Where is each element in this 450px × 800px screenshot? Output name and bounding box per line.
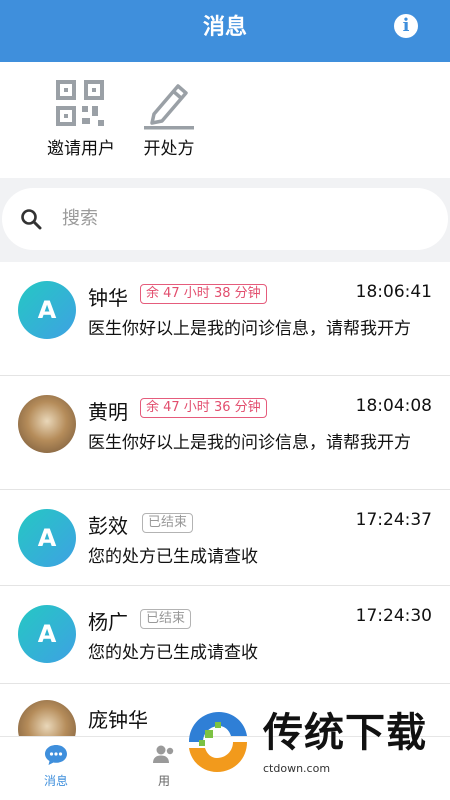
search-icon bbox=[21, 209, 42, 230]
message-preview: 您的处方已生成请查收 bbox=[88, 643, 258, 663]
contact-name: 庞钟华 bbox=[88, 708, 148, 732]
info-icon[interactable]: i bbox=[394, 14, 418, 38]
tab-messages-label: 消息 bbox=[43, 774, 68, 788]
contact-name: 黄明 bbox=[88, 400, 128, 424]
watermark-url: ctdown.com bbox=[263, 762, 331, 775]
contact-name: 杨广 bbox=[88, 610, 128, 634]
avatar: A bbox=[18, 281, 76, 339]
status-badge: 已结束 bbox=[140, 609, 192, 629]
message-time: 18:04:08 bbox=[355, 396, 432, 416]
time-remaining-badge: 余 47 小时 38 分钟 bbox=[140, 284, 267, 304]
message-time: 17:24:37 bbox=[355, 510, 432, 530]
avatar: A bbox=[18, 509, 76, 567]
app-header: 消息 i bbox=[0, 0, 450, 62]
message-preview: 医生你好以上是我的问诊信息，请帮我开方 bbox=[88, 433, 411, 453]
conversation-row[interactable]: A 彭效 已结束 17:24:37 您的处方已生成请查收 bbox=[0, 490, 450, 586]
conversation-row[interactable]: A 杨广 已结束 17:24:30 您的处方已生成请查收 bbox=[0, 586, 450, 684]
search-placeholder: 搜索 bbox=[62, 208, 98, 229]
watermark-text: 传统下载 bbox=[263, 710, 427, 756]
prescribe-button[interactable]: 开处方 bbox=[124, 78, 214, 159]
avatar: A bbox=[18, 605, 76, 663]
contact-name: 彭效 bbox=[88, 514, 128, 538]
invite-user-button[interactable]: 邀请用户 bbox=[36, 78, 126, 159]
prescribe-label: 开处方 bbox=[143, 139, 195, 159]
message-time: 18:06:41 bbox=[355, 282, 432, 302]
conversation-row[interactable]: A 钟华 余 47 小时 38 分钟 18:06:41 医生你好以上是我的问诊信… bbox=[0, 262, 450, 376]
qr-code-icon bbox=[56, 80, 104, 126]
status-badge: 已结束 bbox=[142, 513, 194, 533]
time-remaining-badge: 余 47 小时 36 分钟 bbox=[140, 398, 267, 418]
search-input[interactable]: 搜索 bbox=[2, 188, 448, 250]
avatar bbox=[18, 395, 76, 453]
page-title: 消息 bbox=[202, 15, 247, 40]
users-icon bbox=[153, 745, 174, 763]
message-preview: 您的处方已生成请查收 bbox=[88, 547, 258, 567]
watermark-logo bbox=[189, 712, 247, 772]
message-time: 17:24:30 bbox=[355, 606, 432, 626]
pencil-icon bbox=[144, 84, 194, 130]
invite-user-label: 邀请用户 bbox=[47, 139, 115, 159]
conversation-row[interactable]: 黄明 余 47 小时 36 分钟 18:04:08 医生你好以上是我的问诊信息，… bbox=[0, 376, 450, 490]
chat-bubble-icon bbox=[45, 745, 67, 765]
contact-name: 钟华 bbox=[88, 286, 128, 310]
quick-actions: 邀请用户 开处方 bbox=[0, 62, 450, 178]
tab-messages[interactable]: 消息 bbox=[26, 743, 86, 789]
message-preview: 医生你好以上是我的问诊信息，请帮我开方 bbox=[88, 319, 411, 339]
watermark: 传统下载 ctdown.com bbox=[175, 684, 450, 800]
